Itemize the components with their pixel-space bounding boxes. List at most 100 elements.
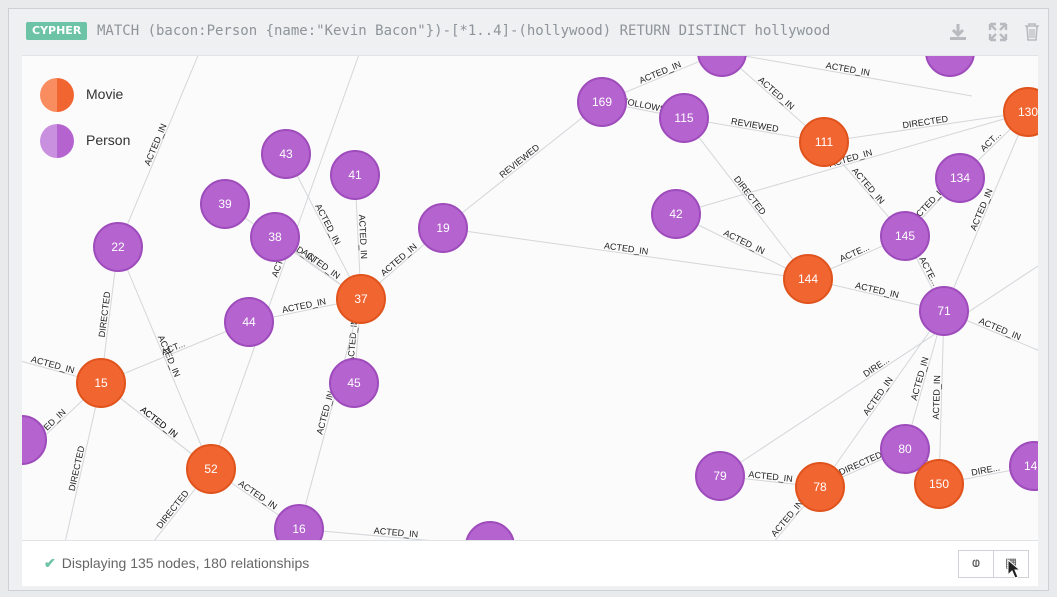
trash-icon[interactable]: [1021, 21, 1043, 43]
person-node[interactable]: 38: [250, 212, 300, 262]
relationship-label: ACTED_IN: [142, 122, 168, 167]
movie-node[interactable]: 78: [795, 462, 845, 512]
relationship-label: DIRECTED: [732, 174, 768, 217]
node-label: 15: [94, 376, 108, 390]
cypher-badge: CYPHER: [26, 22, 88, 40]
relationship-line[interactable]: [442, 101, 603, 229]
node-label: 169: [592, 95, 612, 109]
person-node[interactable]: 80: [880, 424, 930, 474]
relationship-label: ACTED_IN: [373, 526, 418, 540]
relationship-line[interactable]: [210, 56, 362, 470]
relationship-label: ACTED_IN: [850, 166, 887, 206]
relationship-label: ACTED_IN: [977, 316, 1022, 342]
relationship-label: ACTED_IN: [30, 354, 76, 375]
person-legend-dot: [40, 124, 74, 158]
node-label: 19: [436, 221, 450, 235]
person-node[interactable]: 71: [919, 286, 969, 336]
movie-node[interactable]: 150: [914, 459, 964, 509]
relationship-line[interactable]: [298, 298, 362, 530]
person-node[interactable]: 41: [330, 150, 380, 200]
relationship-label: REVIEWED: [497, 142, 541, 180]
relationship-label: ACTED_IN: [769, 498, 805, 539]
person-node[interactable]: 170: [697, 56, 747, 77]
person-node[interactable]: 44: [224, 297, 274, 347]
node-label: 42: [669, 207, 683, 221]
node-circle[interactable]: [697, 56, 747, 77]
node-label: 130: [1018, 105, 1038, 119]
person-node[interactable]: 19: [418, 203, 468, 253]
relationship-label: ACTED_IN: [313, 202, 342, 246]
relationship-label: ACTED_IN: [603, 241, 648, 257]
relationship-label: ACTED_IN: [909, 356, 931, 402]
relationship-label: ACTED_IN: [237, 478, 279, 511]
relationship-label: ACTED_IN: [138, 404, 179, 439]
relationship-line[interactable]: [117, 56, 202, 248]
relationship-label: DIRECTED: [67, 444, 87, 492]
relationship-label: ACTED_IN: [638, 59, 683, 85]
graph-view-toggle[interactable]: ⱷ: [958, 550, 994, 578]
query-text[interactable]: MATCH (bacon:Person {name:"Kevin Bacon"}…: [97, 21, 927, 41]
graph-view-icon: ⱷ: [971, 556, 981, 571]
relationship-label: ACT...: [978, 129, 1003, 153]
person-node[interactable]: 16: [274, 504, 324, 541]
node-label: 22: [111, 240, 125, 254]
relationship-label: DIRECTED: [154, 488, 191, 531]
node-label: 111: [815, 135, 834, 149]
movie-node[interactable]: 130: [1003, 87, 1038, 137]
person-node[interactable]: [925, 56, 975, 77]
person-node[interactable]: 169: [577, 77, 627, 127]
node-label: 134: [950, 171, 970, 185]
relationship-line[interactable]: [117, 246, 212, 470]
node-label: 43: [279, 147, 293, 161]
person-node[interactable]: 42: [651, 189, 701, 239]
person-node[interactable]: 22: [93, 222, 143, 272]
node-label: 37: [354, 292, 368, 306]
relationship-label: ACTE...: [838, 242, 871, 264]
relationship-label: ACTED_IN: [346, 318, 360, 363]
person-node[interactable]: 145: [880, 211, 930, 261]
status-message: Displaying 135 nodes, 180 relationships: [61, 555, 310, 571]
person-node[interactable]: 79: [695, 451, 745, 501]
node-label: 78: [813, 480, 827, 494]
relationship-label: ACTED_IN: [854, 280, 900, 300]
node-label: 80: [898, 442, 912, 456]
graph-svg[interactable]: ACTED_INFOLLOWSREVIEWEDDIRECTEDACTED_IN A…: [22, 56, 1038, 541]
result-frame: CYPHER MATCH (bacon:Person {name:"Kevin …: [8, 8, 1049, 591]
person-node[interactable]: 115: [659, 93, 709, 143]
query-header: CYPHER MATCH (bacon:Person {name:"Kevin …: [9, 9, 1048, 55]
node-label: 145: [895, 229, 915, 243]
relationship-line[interactable]: [442, 227, 809, 280]
relationship-label: ACTED_IN: [756, 75, 796, 112]
person-node[interactable]: 39: [200, 179, 250, 229]
node-label: 71: [937, 304, 951, 318]
movie-node[interactable]: 144: [783, 254, 833, 304]
node-label: 44: [242, 315, 256, 329]
status-text: ✔ Displaying 135 nodes, 180 relationships: [44, 555, 309, 572]
person-node[interactable]: 43: [261, 129, 311, 179]
person-node[interactable]: [465, 521, 515, 541]
relationship-label: REVIEWED: [730, 116, 779, 134]
relationship-label: ACTED_IN: [722, 228, 766, 257]
relationship-label: DIRECTED: [837, 449, 884, 477]
person-node[interactable]: 134: [935, 153, 985, 203]
fullscreen-icon[interactable]: [987, 21, 1009, 43]
download-icon[interactable]: [947, 21, 969, 43]
movie-node[interactable]: 15: [76, 358, 126, 408]
relationship-label: ACTED_IN: [861, 375, 895, 417]
node-circle[interactable]: [465, 521, 515, 541]
movie-legend-dot: [40, 78, 74, 112]
movie-node[interactable]: 52: [186, 444, 236, 494]
movie-node[interactable]: 111: [799, 117, 849, 167]
movie-node[interactable]: 37: [336, 274, 386, 324]
relationship-line[interactable]: [683, 117, 809, 280]
relationship-label: DIRECTED: [902, 114, 949, 131]
node-circle[interactable]: [925, 56, 975, 77]
node-label: 16: [292, 522, 306, 536]
person-node[interactable]: 146: [1009, 441, 1038, 491]
node-label: 150: [929, 477, 949, 491]
status-footer: ✔ Displaying 135 nodes, 180 relationships…: [22, 540, 1038, 586]
graph-canvas[interactable]: ACTED_IN FOLLOWS REVIEWED DIRECTED ACTED_IN A…: [22, 55, 1038, 541]
node-label: 41: [348, 168, 362, 182]
person-node[interactable]: 45: [329, 358, 379, 408]
check-icon: ✔: [44, 555, 56, 571]
